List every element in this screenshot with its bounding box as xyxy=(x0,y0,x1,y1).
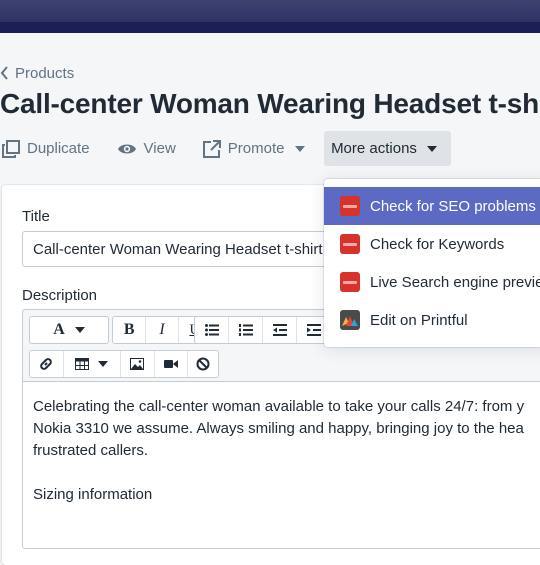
bulleted-list-button[interactable] xyxy=(195,317,229,343)
menu-item-keywords[interactable]: Check for Keywords xyxy=(324,225,540,263)
numbered-list-button[interactable] xyxy=(229,317,263,343)
eye-icon xyxy=(117,144,136,153)
breadcrumb[interactable]: Products xyxy=(0,63,74,83)
more-actions-button[interactable]: More actions xyxy=(324,131,451,166)
block-icon xyxy=(196,357,210,371)
editor-line: Nokia 3310 we assume. Always smiling and… xyxy=(33,420,524,437)
insert-video-button[interactable] xyxy=(155,351,189,377)
duplicate-button[interactable]: Duplicate xyxy=(2,131,90,166)
seo-app-icon xyxy=(340,196,360,216)
duplicate-label: Duplicate xyxy=(27,140,90,157)
table-icon xyxy=(75,358,90,370)
insert-link-button[interactable] xyxy=(30,351,64,377)
caret-down-icon xyxy=(426,145,437,152)
insert-table-button[interactable] xyxy=(64,351,122,377)
more-actions-menu: Check for SEO problems Check for Keyword… xyxy=(324,179,540,347)
editor-line xyxy=(33,462,540,484)
menu-item-printful[interactable]: Edit on Printful xyxy=(324,301,540,339)
menu-item-label: Check for SEO problems xyxy=(370,197,536,215)
numbered-list-icon xyxy=(238,324,253,336)
editor-line: Sizing information xyxy=(33,486,153,503)
insert-image-button[interactable] xyxy=(121,351,155,377)
caret-down-icon xyxy=(294,145,305,152)
chevron-left-icon xyxy=(0,66,8,80)
title-label: Title xyxy=(22,208,50,225)
caret-down-icon xyxy=(98,361,109,367)
bulleted-list-icon xyxy=(204,324,219,336)
top-bar-stripe xyxy=(0,22,540,33)
editor-line: Celebrating the call-center woman availa… xyxy=(33,398,525,415)
breadcrumb-label: Products xyxy=(15,64,75,82)
promote-label: Promote xyxy=(227,140,285,157)
bold-button[interactable]: B xyxy=(113,317,147,343)
description-label: Description xyxy=(22,287,98,304)
menu-item-search-preview[interactable]: Live Search engine preview xyxy=(324,263,540,301)
menu-item-label: Check for Keywords xyxy=(370,235,505,253)
seo-app-icon xyxy=(340,272,360,292)
link-icon xyxy=(40,358,53,370)
duplicate-icon xyxy=(2,139,20,158)
italic-button[interactable]: I xyxy=(146,317,179,343)
menu-item-label: Live Search engine preview xyxy=(370,273,540,291)
printful-icon xyxy=(340,310,360,330)
font-group: A xyxy=(29,316,109,344)
seo-app-icon xyxy=(340,234,360,254)
clear-formatting-button[interactable] xyxy=(188,351,218,377)
more-actions-label: More actions xyxy=(331,140,417,157)
outdent-button[interactable] xyxy=(263,317,297,343)
top-bar xyxy=(0,0,540,33)
font-label: A xyxy=(53,321,65,338)
image-icon xyxy=(130,358,145,370)
indent-icon xyxy=(307,324,321,336)
editor-content: Celebrating the call-center woman availa… xyxy=(33,396,540,506)
caret-down-icon xyxy=(74,327,85,333)
external-link-icon xyxy=(202,139,221,158)
outdent-icon xyxy=(272,324,287,336)
view-button[interactable]: View xyxy=(117,131,176,166)
bold-label: B xyxy=(123,321,135,338)
menu-item-label: Edit on Printful xyxy=(370,311,468,329)
italic-label: I xyxy=(159,321,165,338)
promote-button[interactable]: Promote xyxy=(202,131,312,166)
video-icon xyxy=(163,360,178,368)
insert-group xyxy=(29,350,219,378)
page-title: Call-center Woman Wearing Headset t-shir… xyxy=(0,88,540,119)
editor-line: frustrated callers. xyxy=(33,442,149,459)
menu-item-seo-problems[interactable]: Check for SEO problems xyxy=(324,187,540,225)
page-actions: Duplicate View Promote More actions xyxy=(0,131,451,166)
font-dropdown-button[interactable]: A xyxy=(30,317,108,343)
view-label: View xyxy=(143,140,176,157)
